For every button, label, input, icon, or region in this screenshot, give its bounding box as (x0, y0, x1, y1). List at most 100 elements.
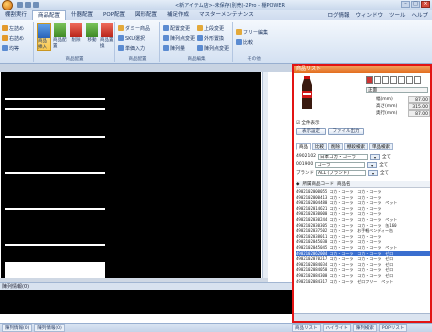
compare-button[interactable]: 比較 (236, 38, 253, 46)
menu-log-info[interactable]: ログ情報 (327, 11, 349, 19)
app-menu-button[interactable] (2, 0, 13, 11)
ribbon-tabs: 棚割実行 商品配置 什器配置 POP配置 図形配置 補足作成 マスターメンテナン… (0, 10, 432, 20)
tab-product[interactable]: 商品 (296, 143, 311, 150)
header-code[interactable]: 所属商品コード (302, 181, 334, 187)
depth-value: 87.00 (408, 110, 430, 117)
face-swatch[interactable] (390, 76, 397, 84)
group-label-product-2: 商品配置 (128, 57, 147, 62)
move-product-button[interactable]: 移動 (85, 23, 99, 51)
change-facing-button[interactable]: 陳列点変更 (163, 34, 195, 42)
header-marker: ◆ (296, 181, 300, 187)
sku-select-button[interactable]: SKU選択 (118, 34, 145, 42)
product-list-tabs: 商品 比較 削除 棚段検索 単品検索 (296, 143, 393, 150)
tab-pop-list[interactable]: POPリスト (378, 324, 408, 332)
category-dropdown-button[interactable]: ▾ (367, 161, 378, 168)
tab-product-list[interactable]: 商品リスト (292, 324, 321, 332)
tab-shelf-exec[interactable]: 棚割実行 (0, 10, 32, 20)
shelf-board[interactable] (5, 244, 105, 246)
align-even-button[interactable]: 均等 (2, 44, 19, 52)
align-right-button[interactable]: 右詰め (2, 34, 24, 42)
group-label-edit: 商品編集 (187, 57, 206, 62)
right-panel-tabs: 商品リスト ハイライト 陳列検索 POPリスト (292, 324, 408, 332)
brand-dropdown-button[interactable]: ▾ (368, 169, 378, 176)
face-swatch[interactable] (406, 76, 413, 84)
tab-pop-placement[interactable]: POP配置 (98, 10, 130, 20)
tab-highlight[interactable]: ハイライト (322, 324, 351, 332)
category-filter-box[interactable]: コーラ (315, 161, 366, 168)
face-swatch[interactable] (366, 76, 373, 84)
face-swatch[interactable] (398, 76, 405, 84)
tab-product-placement[interactable]: 商品配置 (32, 10, 67, 20)
save-icon[interactable] (17, 2, 23, 8)
dummy-product-button[interactable]: ダミー商品 (118, 24, 150, 32)
tab-fixture-placement[interactable]: 什器配置 (66, 10, 98, 20)
menu-tools[interactable]: ツール (389, 11, 406, 19)
redo-icon[interactable] (33, 2, 39, 8)
tab-shelf-search[interactable]: 棚段検索 (344, 143, 368, 150)
stock-qty-button[interactable]: 陳列量 (163, 44, 185, 52)
tab-compare[interactable]: 比較 (312, 143, 327, 150)
maker-filter-box[interactable]: 日本コカ・コーラ (318, 153, 369, 160)
shelf-board[interactable] (5, 172, 105, 174)
table-row[interactable]: 4902102084317 コカ・コーラ ゼロフリー ペット (296, 279, 430, 285)
status-bar: 陳列情報(0) 陳列情報(0) 商品リスト ハイライト 陳列検索 POPリスト (0, 323, 432, 332)
undo-icon[interactable] (25, 2, 31, 8)
product-list-footer (294, 313, 430, 321)
price-input-button[interactable]: 単価入力 (118, 44, 145, 52)
face-swatch[interactable] (382, 76, 389, 84)
menu-window[interactable]: ウィンドウ (355, 11, 383, 19)
info-panel-header: 陳列情報(0) (0, 282, 292, 290)
group-label-product: 商品配置 (65, 57, 84, 62)
maximize-button[interactable]: □ (411, 1, 420, 8)
face-swatch[interactable] (374, 76, 381, 84)
change-facing-2-button[interactable]: 陳列点変更 (197, 44, 229, 52)
maker-dropdown-button[interactable]: ▾ (370, 153, 381, 160)
replace-product-button[interactable]: 商品置換 (100, 23, 114, 51)
place-product-icon (54, 23, 66, 37)
menu-right-items: ログ情報 ウィンドウ ツール ヘルプ (327, 10, 428, 20)
canvas-vertical-scrollbar[interactable] (262, 72, 268, 278)
tab-display-search[interactable]: 陳列検索 (352, 324, 377, 332)
face-select[interactable]: 正面 (366, 87, 428, 93)
quick-access-toolbar (17, 2, 39, 8)
tab-shape-placement[interactable]: 図形配置 (130, 10, 162, 20)
change-layout-button[interactable]: 配置変更 (163, 24, 190, 32)
shelf-board[interactable] (5, 208, 105, 210)
replace-outline-button[interactable]: 外形置換 (197, 34, 224, 42)
free-edit-icon (236, 29, 242, 35)
show-all-label: 全件表示 (301, 121, 320, 126)
file-output-button[interactable]: ファイル出力 (328, 128, 364, 135)
face-selector[interactable] (366, 76, 421, 84)
minimize-button[interactable]: – (401, 1, 410, 8)
ribbon: 左詰め 右詰め 均等 商品挿入 商品配置 削除 移動 商品置換 商品配置 ダミー… (0, 20, 432, 64)
place-product-button[interactable]: 商品配置 (53, 23, 67, 51)
tab-master-maintenance[interactable]: マスターメンテナンス (194, 10, 259, 20)
category-filter: 001900 コーラ ▾ 全て (296, 161, 388, 168)
brand-label: ブランド (296, 170, 314, 176)
header-name[interactable]: 商品名 (337, 181, 351, 187)
align-left-button[interactable]: 左詰め (2, 24, 24, 32)
insert-product-button[interactable]: 商品挿入 (37, 23, 51, 51)
planogram-pane: 陳列情報(0) (0, 64, 292, 328)
upper-icon (197, 25, 203, 31)
tab-item-search[interactable]: 単品検索 (369, 143, 393, 150)
shelf-board[interactable] (5, 136, 105, 138)
status-tab-info-1[interactable]: 陳列情報(0) (2, 324, 33, 332)
tab-supplement[interactable]: 補足作成 (162, 10, 194, 20)
menu-help[interactable]: ヘルプ (411, 11, 428, 19)
tab-delete[interactable]: 削除 (328, 143, 343, 150)
display-settings-button[interactable]: 表示設定 (296, 128, 326, 135)
brand-filter-box[interactable]: ALL (ブランド) (316, 169, 366, 176)
close-button[interactable]: × (421, 1, 430, 8)
free-edit-button[interactable]: フリー編集 (236, 28, 268, 36)
delete-product-button[interactable]: 削除 (69, 23, 83, 51)
face-swatch[interactable] (414, 76, 421, 84)
shelf-fixture[interactable] (5, 98, 105, 278)
shelf-board[interactable] (5, 108, 105, 110)
change-upper-button[interactable]: 上段変更 (197, 24, 224, 32)
show-all-checkbox[interactable]: ☑ 全件表示 (296, 120, 319, 126)
dummy-icon (118, 25, 124, 31)
planogram-canvas[interactable] (1, 72, 261, 278)
status-tab-info-2[interactable]: 陳列情報(0) (34, 324, 65, 332)
shelf-board[interactable] (5, 98, 105, 100)
